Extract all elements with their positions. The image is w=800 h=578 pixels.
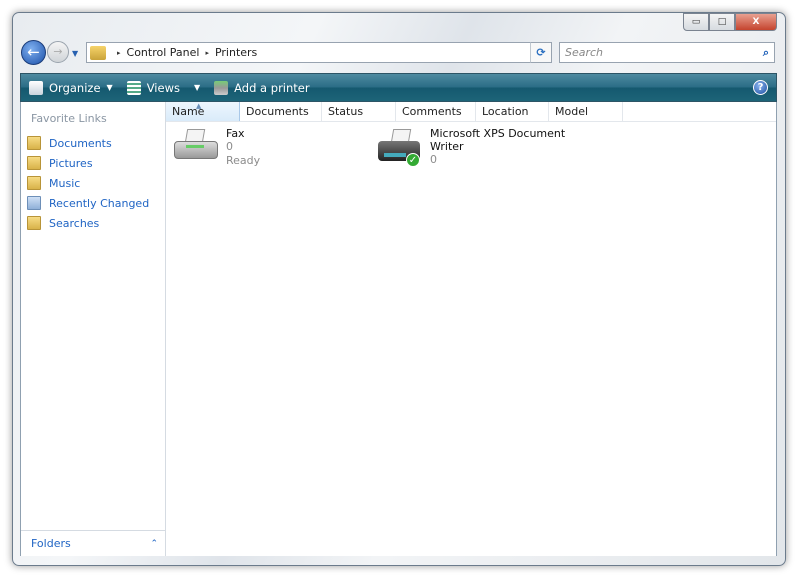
address-bar[interactable]: ▸ Control Panel ▸ Printers ▼ — [86, 42, 552, 63]
command-bar: Organize ▼ Views ▼ Add a printer ? — [20, 73, 777, 102]
close-button[interactable]: X — [735, 13, 777, 31]
chevron-down-icon[interactable]: ▼ — [194, 83, 200, 92]
printer-name: Fax — [226, 127, 245, 140]
add-printer-button[interactable]: Add a printer — [214, 80, 310, 95]
documents-folder-icon — [27, 136, 41, 150]
minimize-button[interactable]: ▭ — [683, 13, 709, 31]
sidebar-item-documents[interactable]: Documents — [21, 133, 165, 153]
printer-documents: 0 — [226, 140, 233, 153]
fax-icon — [172, 127, 220, 167]
add-printer-label: Add a printer — [234, 80, 310, 95]
breadcrumb-separator[interactable]: ▸ — [205, 49, 209, 57]
breadcrumb-separator[interactable]: ▸ — [117, 49, 121, 57]
printer-documents: 0 — [430, 153, 437, 166]
printer-icon: ✓ — [376, 127, 424, 167]
help-icon[interactable]: ? — [753, 80, 768, 95]
breadcrumb-printers[interactable]: Printers — [215, 46, 257, 59]
recently-changed-icon — [27, 196, 41, 210]
search-placeholder: Search — [565, 46, 604, 59]
chevron-up-icon: ⌃ — [150, 538, 158, 549]
organize-button[interactable]: Organize ▼ — [29, 80, 113, 95]
printer-name-line1: Microsoft XPS Document — [430, 127, 566, 140]
sidebar-item-music[interactable]: Music — [21, 173, 165, 193]
sidebar-item-label: Pictures — [49, 156, 93, 170]
views-button[interactable]: Views ▼ — [126, 80, 200, 95]
column-documents[interactable]: Documents — [240, 102, 322, 121]
forward-button[interactable]: → — [47, 41, 69, 63]
sidebar-item-label: Searches — [49, 216, 100, 230]
column-headers: ▲ Name Documents Status Comments Location… — [166, 102, 776, 122]
views-label: Views — [146, 80, 180, 95]
views-icon — [126, 80, 141, 95]
caption-buttons: ▭ □ X — [683, 13, 777, 31]
searches-folder-icon — [27, 216, 41, 230]
search-icon[interactable]: ⌕ — [763, 46, 769, 60]
organize-label: Organize — [49, 80, 101, 95]
printer-status: Ready — [226, 154, 261, 167]
sidebar-item-label: Music — [49, 176, 81, 190]
column-location[interactable]: Location — [476, 102, 549, 121]
chevron-down-icon: ▼ — [106, 83, 113, 92]
sidebar-item-recently-changed[interactable]: Recently Changed — [21, 193, 165, 213]
printer-name-line2: Writer — [430, 140, 464, 153]
default-printer-check-icon: ✓ — [406, 153, 420, 167]
printer-item-fax[interactable]: Fax 0 Ready — [172, 127, 260, 168]
column-model[interactable]: Model — [549, 102, 623, 121]
column-status[interactable]: Status — [322, 102, 396, 121]
add-printer-icon — [214, 80, 229, 95]
column-comments[interactable]: Comments — [396, 102, 476, 121]
folders-toggle[interactable]: Folders ⌃ — [21, 530, 166, 556]
printer-item-xps[interactable]: ✓ Microsoft XPS Document Writer 0 — [376, 127, 565, 167]
sidebar-item-pictures[interactable]: Pictures — [21, 153, 165, 173]
music-folder-icon — [27, 176, 41, 190]
favorite-links-heading: Favorite Links — [31, 112, 107, 125]
navigation-pane: Favorite Links Documents Pictures Music … — [20, 102, 166, 556]
recent-pages-dropdown[interactable]: ▼ — [72, 49, 78, 58]
pictures-folder-icon — [27, 156, 41, 170]
file-list: ▲ Name Documents Status Comments Location… — [166, 102, 777, 556]
breadcrumb-control-panel[interactable]: Control Panel — [127, 46, 200, 59]
sort-ascending-icon: ▲ — [196, 102, 202, 110]
maximize-button[interactable]: □ — [709, 13, 735, 31]
explorer-window: ▭ □ X ← → ▼ ▸ Control Panel ▸ Printers ▼… — [12, 12, 786, 566]
folders-label: Folders — [31, 537, 71, 550]
printers-folder-icon — [90, 45, 106, 60]
sidebar-item-label: Documents — [49, 136, 112, 150]
back-button[interactable]: ← — [21, 40, 46, 65]
sidebar-item-label: Recently Changed — [49, 196, 150, 210]
organize-icon — [29, 80, 43, 95]
search-input[interactable]: Search ⌕ — [559, 42, 775, 63]
sidebar-item-searches[interactable]: Searches — [21, 213, 165, 233]
column-name[interactable]: ▲ Name — [166, 102, 240, 121]
refresh-button[interactable]: ⟳ — [530, 42, 552, 63]
